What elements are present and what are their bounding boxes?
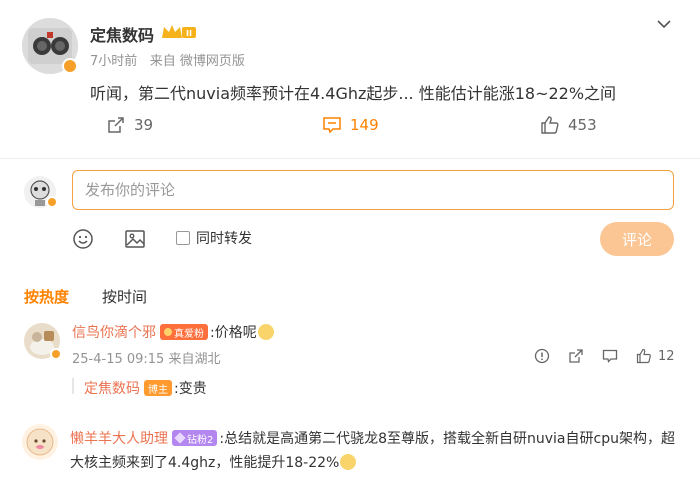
- post-time[interactable]: 7小时前: [90, 54, 137, 69]
- verified-badge-icon: [62, 58, 78, 74]
- reply-indent-bar: [72, 378, 74, 394]
- like-count: 453: [568, 116, 597, 134]
- comment-text-line1: :总结就是高通第二代骁龙8至尊版，搭载全新自研nuvia自研cpu架构，超: [219, 431, 675, 447]
- fan-badge-label: 钻粉2: [187, 434, 214, 446]
- comment-text: :价格呢: [210, 325, 257, 341]
- also-repost-option[interactable]: 同时转发: [176, 228, 252, 248]
- comment-date: 25-4-15 09:15: [72, 352, 165, 367]
- repost-icon: [108, 117, 124, 133]
- also-repost-label: 同时转发: [196, 231, 252, 247]
- comment-username[interactable]: 懒羊羊大人助理: [70, 428, 168, 448]
- repost-button[interactable]: 39: [106, 115, 153, 135]
- verified-badge-icon: [46, 196, 58, 208]
- comment-input[interactable]: [72, 170, 674, 210]
- reply-text: :变贵: [174, 381, 207, 397]
- comment-text-row: 信鸟你滴个邪 真爱粉 :价格呢: [72, 322, 274, 342]
- emoji-face-icon: [257, 324, 274, 340]
- post-source: 来自 微博网页版: [149, 54, 245, 69]
- diamond-icon: [174, 432, 186, 444]
- fan-badge-label: 真爱粉: [174, 328, 204, 340]
- fan-badge: 真爱粉: [160, 324, 208, 340]
- like-button[interactable]: 453: [540, 115, 597, 135]
- image-icon[interactable]: [124, 228, 146, 250]
- comment-icon: [323, 117, 341, 134]
- comment-like-count: 12: [658, 348, 675, 364]
- submit-comment-button[interactable]: 评论: [600, 222, 674, 256]
- emoji-face-icon: [340, 454, 357, 470]
- comment-like-button[interactable]: 12: [636, 348, 675, 364]
- chevron-down-icon[interactable]: [654, 14, 674, 34]
- repost-icon: [569, 349, 583, 363]
- reply-icon: [602, 349, 618, 363]
- comment-text-row: 懒羊羊大人助理 钻粉2 :总结就是高通第二代骁龙8至尊版，搭载全新自研nuvia…: [70, 428, 675, 448]
- section-divider: [0, 158, 700, 159]
- post-text: 听闻，第二代nuvia频率预计在4.4Ghz起步... 性能估计能涨18~22%…: [90, 84, 617, 103]
- comment-location: 来自湖北: [168, 352, 221, 367]
- tab-sort-hot[interactable]: 按热度: [24, 286, 69, 307]
- member-crown-icon[interactable]: II: [160, 22, 198, 42]
- comment-button[interactable]: 149: [322, 115, 379, 135]
- tab-sort-time[interactable]: 按时间: [102, 286, 147, 307]
- commenter-avatar[interactable]: [22, 424, 58, 460]
- fan-badge-icon: [164, 328, 172, 336]
- post-author-name[interactable]: 定焦数码: [90, 22, 154, 46]
- repost-count: 39: [134, 116, 154, 134]
- comment-text-row: 大核主频来到了4.4ghz，性能提升18-22%: [70, 452, 357, 472]
- thumbs-up-icon: [541, 116, 559, 134]
- also-repost-checkbox[interactable]: [176, 231, 190, 245]
- fan-badge: 钻粉2: [172, 430, 218, 446]
- verified-badge-icon: [50, 348, 62, 360]
- comment-meta: 25-4-15 09:15 来自湖北: [72, 348, 221, 367]
- author-badge: 博主: [144, 380, 172, 396]
- reply-username[interactable]: 定焦数码: [84, 378, 140, 398]
- comment-reply-button[interactable]: [602, 348, 618, 364]
- comment-repost-button[interactable]: [568, 348, 584, 364]
- comment-username[interactable]: 信鸟你滴个邪: [72, 322, 156, 342]
- warning-circle-icon: [534, 348, 550, 364]
- emoji-icon[interactable]: [72, 228, 94, 250]
- report-button[interactable]: [534, 348, 550, 364]
- reply-row: 定焦数码 博主 :变贵: [84, 378, 207, 398]
- comment-text-line2: 大核主频来到了4.4ghz，性能提升18-22%: [70, 455, 340, 471]
- post-meta: 7小时前 来自 微博网页版: [90, 50, 245, 69]
- thumbs-up-icon: [636, 348, 651, 364]
- comment-count: 149: [350, 116, 379, 134]
- svg-text:II: II: [186, 29, 192, 38]
